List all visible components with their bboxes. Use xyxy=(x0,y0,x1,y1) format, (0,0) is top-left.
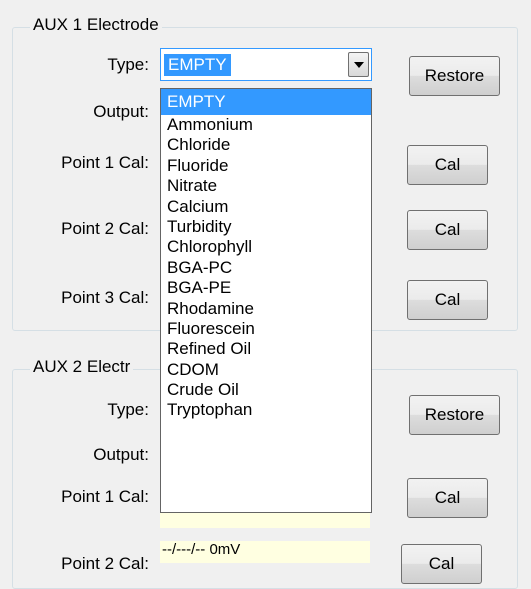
dropdown-option[interactable]: Nitrate xyxy=(161,176,371,196)
aux1-output-label: Output: xyxy=(93,102,149,121)
dropdown-option[interactable]: Fluoride xyxy=(161,156,371,176)
aux2-point2-cal-label: Point 2 Cal: xyxy=(61,554,149,573)
aux1-restore-button[interactable]: Restore xyxy=(409,56,500,96)
aux2-restore-button[interactable]: Restore xyxy=(409,395,500,435)
dropdown-option[interactable]: Ammonium xyxy=(161,115,371,135)
aux1-group-title: AUX 1 Electrode xyxy=(30,15,162,35)
aux2-output-label: Output: xyxy=(93,445,149,464)
dropdown-option[interactable]: CDOM xyxy=(161,360,371,380)
dropdown-option[interactable]: Crude Oil xyxy=(161,380,371,400)
dropdown-option[interactable]: Fluorescein xyxy=(161,319,371,339)
aux1-type-combobox[interactable]: EMPTY xyxy=(160,48,372,81)
dropdown-option[interactable]: Refined Oil xyxy=(161,339,371,359)
aux1-point3-cal-button[interactable]: Cal xyxy=(407,280,488,320)
dropdown-option[interactable]: EMPTY xyxy=(161,89,371,115)
aux1-point2-cal-button[interactable]: Cal xyxy=(407,210,488,250)
dropdown-option[interactable]: Tryptophan xyxy=(161,400,371,420)
dropdown-option[interactable]: BGA-PE xyxy=(161,278,371,298)
type-dropdown-list: EMPTY Ammonium Chloride Fluoride Nitrate Calc… xyxy=(160,88,372,513)
aux1-point3-cal-label: Point 3 Cal: xyxy=(61,288,149,307)
dropdown-arrow-button[interactable] xyxy=(348,52,369,77)
aux2-point2-cal-button[interactable]: Cal xyxy=(401,544,482,584)
aux1-point2-cal-label: Point 2 Cal: xyxy=(61,219,149,238)
aux2-point2-cal-value: --/---/-- 0mV xyxy=(160,541,370,563)
aux1-type-selected-value: EMPTY xyxy=(164,54,231,76)
dropdown-option[interactable]: Rhodamine xyxy=(161,299,371,319)
aux2-type-label: Type: xyxy=(107,400,149,419)
dropdown-option[interactable]: BGA-PC xyxy=(161,258,371,278)
aux1-point1-cal-label: Point 1 Cal: xyxy=(61,153,149,172)
aux1-type-label: Type: xyxy=(107,55,149,74)
dropdown-option[interactable]: Chloride xyxy=(161,135,371,155)
dropdown-option[interactable]: Turbidity xyxy=(161,217,371,237)
aux1-point1-cal-button[interactable]: Cal xyxy=(407,145,488,185)
aux2-group-title: AUX 2 Electr xyxy=(30,357,134,377)
dropdown-option[interactable]: Calcium xyxy=(161,197,371,217)
aux2-point1-cal-label: Point 1 Cal: xyxy=(61,487,149,506)
chevron-down-icon xyxy=(353,61,364,68)
dropdown-option[interactable]: Chlorophyll xyxy=(161,237,371,257)
aux2-point1-cal-button[interactable]: Cal xyxy=(407,478,488,518)
